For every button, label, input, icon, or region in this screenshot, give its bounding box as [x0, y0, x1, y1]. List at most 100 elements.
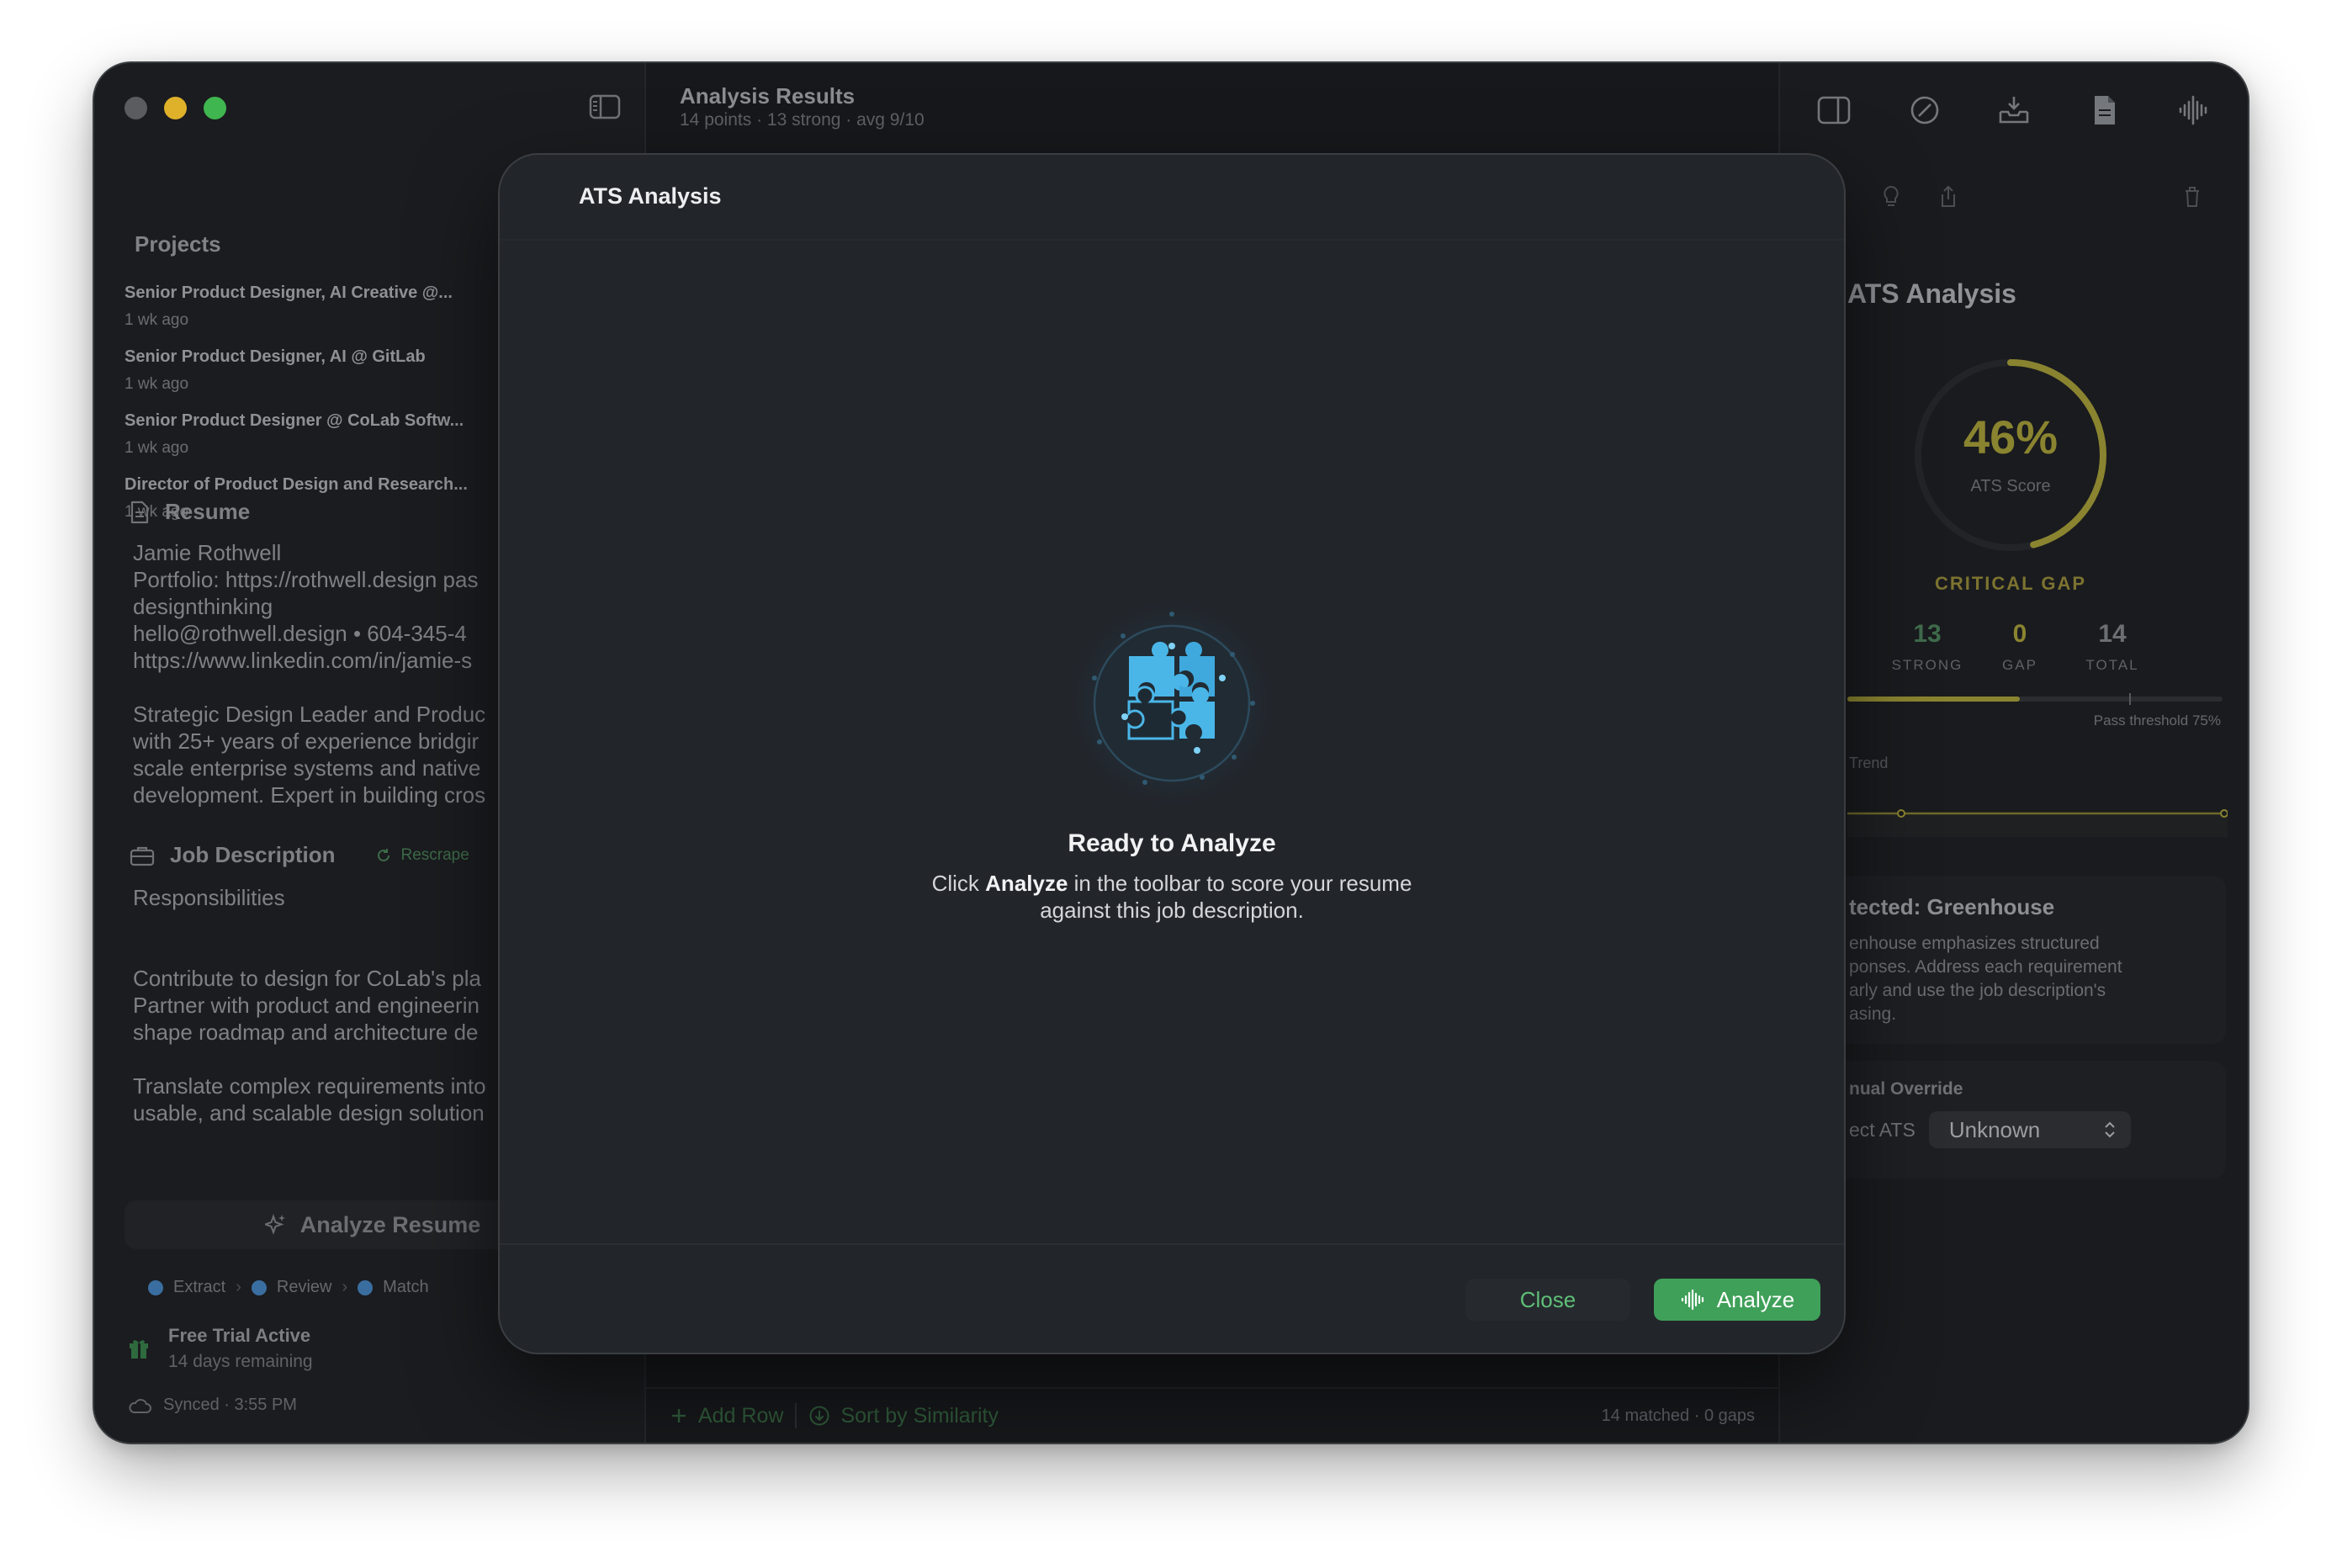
sparkle-icon: [264, 1214, 285, 1235]
analyze-resume-label: Analyze Resume: [299, 1211, 481, 1237]
stat-total: 14 TOTAL: [2066, 620, 2159, 674]
ready-description: Click Analyze in the toolbar to score yo…: [500, 870, 1844, 924]
rescrape-button[interactable]: Rescrape: [375, 846, 469, 865]
pipeline-steps: Extract › Review › Match: [148, 1278, 429, 1297]
check-icon: [251, 1279, 267, 1295]
divider: [500, 239, 1844, 241]
ats-select-row: ect ATS Unknown: [1849, 1111, 2207, 1148]
step-extract: Extract: [173, 1278, 226, 1296]
job-description-header: Job Description Rescrape: [130, 842, 469, 868]
waveform-icon[interactable]: [2175, 92, 2212, 129]
stat-strong: 13 STRONG: [1881, 620, 1974, 674]
sync-status: Synced · 3:55 PM: [128, 1396, 297, 1415]
refresh-icon: [378, 848, 390, 861]
trend-label: Trend: [1849, 755, 1889, 771]
lightbulb-icon[interactable]: [1881, 184, 1901, 209]
page-subtitle: 14 points · 13 strong · avg 9/10: [680, 110, 925, 130]
score-progress-bar: [1847, 693, 2223, 705]
trial-status[interactable]: Free Trial Active 14 days remaining: [128, 1325, 313, 1372]
projects-title: Projects: [135, 231, 221, 257]
window-controls: [125, 97, 226, 119]
inspector-toggle-icon[interactable]: [1815, 92, 1852, 129]
job-description-label: Job Description: [170, 842, 336, 867]
briefcase-icon: [130, 846, 155, 866]
check-icon: [358, 1279, 374, 1295]
ready-title: Ready to Analyze: [1068, 829, 1276, 857]
share-icon[interactable]: [1938, 184, 1958, 209]
stat-total-label: TOTAL: [2085, 657, 2139, 673]
ats-score-label: ATS Score: [1970, 477, 2051, 495]
trend-sparkline: [1847, 809, 2228, 837]
close-window-button[interactable]: [125, 97, 147, 119]
divider: [500, 1243, 1844, 1245]
detected-ats-card: tected: Greenhouse enhouse emphasizes st…: [1831, 876, 2226, 1044]
chevron-right-icon: ›: [236, 1278, 241, 1296]
stat-gap-label: GAP: [2002, 657, 2037, 673]
ready-text-post: in the toolbar to score your resume: [1068, 871, 1412, 896]
stat-gap: 0 GAP: [1974, 620, 2066, 674]
sort-down-icon: [809, 1406, 829, 1426]
analyze-button[interactable]: Analyze: [1654, 1279, 1820, 1321]
cancel-icon[interactable]: [1906, 92, 1943, 129]
score-status: CRITICAL GAP: [1934, 573, 2087, 594]
gift-icon: [130, 1340, 148, 1359]
step-match: Match: [383, 1278, 429, 1296]
sort-label: Sort by Similarity: [840, 1403, 999, 1428]
sort-by-similarity-button[interactable]: Sort by Similarity: [808, 1404, 999, 1428]
divider: [795, 1403, 797, 1428]
inbox-download-icon[interactable]: [1995, 92, 2032, 129]
sidebar-toggle-icon[interactable]: [589, 93, 621, 120]
close-button[interactable]: Close: [1465, 1279, 1630, 1321]
dialog-title: ATS Analysis: [579, 183, 722, 209]
close-button-label: Close: [1519, 1286, 1576, 1312]
resume-label: Resume: [165, 499, 251, 524]
content-footer: Add Row Sort by Similarity 14 matched · …: [646, 1387, 1778, 1443]
resume-section-header: Resume: [130, 499, 250, 525]
manual-override-card: nual Override ect ATS Unknown: [1831, 1061, 2226, 1179]
ready-text-line2: against this job description.: [1040, 898, 1304, 923]
ats-select[interactable]: Unknown: [1928, 1111, 2131, 1148]
select-ats-label: ect ATS: [1849, 1118, 1915, 1141]
ats-analysis-dialog: ATS Analysis Ready to Analyze Click Anal…: [500, 155, 1844, 1353]
check-icon: [148, 1279, 163, 1295]
pass-threshold-marker: [2128, 693, 2131, 705]
document-icon[interactable]: [2086, 92, 2123, 129]
analyze-button-label: Analyze: [1716, 1286, 1795, 1312]
ats-select-value: Unknown: [1948, 1116, 2041, 1142]
score-stats: 13 STRONG 0 GAP 14 TOTAL: [1881, 620, 2159, 674]
waveform-icon: [1681, 1289, 1704, 1311]
manual-override-title: nual Override: [1849, 1079, 1963, 1099]
inspector-panel: ATS Analysis 46% ATS Score CRITICAL GAP …: [1778, 63, 2248, 1443]
score-progress-fill: [1847, 697, 2021, 702]
match-summary: 14 matched · 0 gaps: [1601, 1406, 1755, 1425]
stat-gap-value: 0: [2012, 620, 2027, 648]
pass-threshold-label: Pass threshold 75%: [2093, 712, 2221, 728]
add-row-label: Add Row: [698, 1403, 784, 1428]
stat-strong-label: STRONG: [1891, 657, 1963, 673]
app-window: Projects Senior Product Designer, AI Cre…: [94, 63, 2248, 1443]
step-review: Review: [276, 1278, 332, 1296]
page-title: Analysis Results: [680, 83, 856, 109]
cloud-icon: [129, 1398, 151, 1413]
document-icon: [130, 501, 149, 523]
ats-score-value: 46%: [1963, 411, 2059, 464]
detected-ats-title: tected: Greenhouse: [1849, 894, 2055, 919]
trial-subtitle: 14 days remaining: [168, 1352, 313, 1371]
plus-icon: [672, 1409, 686, 1422]
inspector-heading: ATS Analysis: [1847, 278, 2016, 309]
minimize-window-button[interactable]: [164, 97, 187, 119]
synced-label: Synced · 3:55 PM: [163, 1396, 297, 1414]
rescrape-label: Rescrape: [400, 845, 469, 864]
ready-text-bold: Analyze: [985, 871, 1068, 896]
stat-strong-value: 13: [1913, 620, 1942, 648]
zoom-window-button[interactable]: [204, 97, 226, 119]
chevron-up-down-icon: [2105, 1121, 2115, 1138]
trash-icon[interactable]: [2182, 184, 2202, 209]
add-row-button[interactable]: Add Row: [670, 1404, 783, 1428]
ready-text-pre: Click: [931, 871, 986, 896]
trial-title: Free Trial Active: [168, 1325, 311, 1346]
detected-ats-body: enhouse emphasizes structured ponses. Ad…: [1849, 934, 2122, 1024]
puzzle-pieces-icon: [1054, 585, 1290, 821]
stat-total-value: 14: [2098, 620, 2127, 648]
chevron-right-icon: ›: [342, 1278, 348, 1296]
